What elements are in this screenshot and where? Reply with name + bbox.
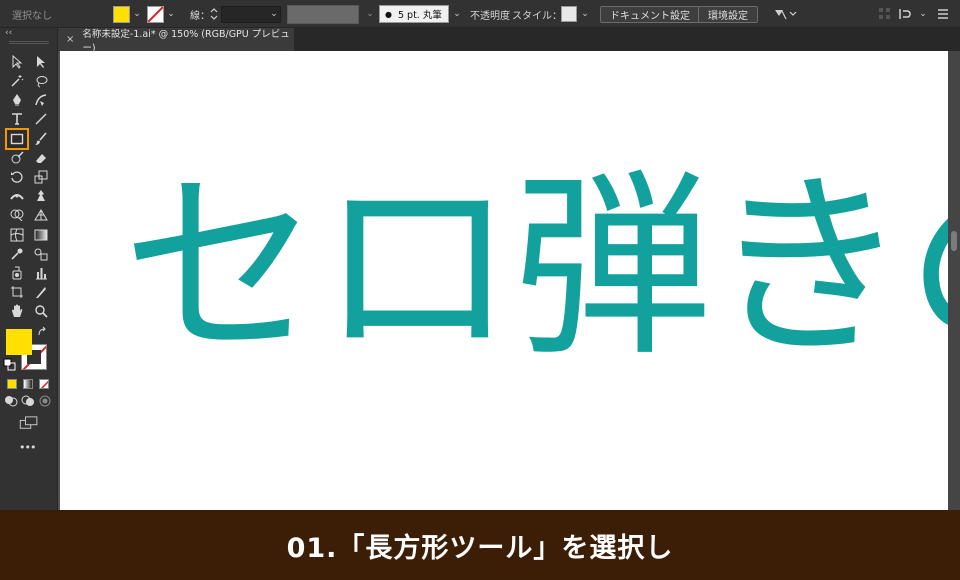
panel-menu-icon[interactable]	[937, 0, 949, 28]
draw-inside-icon[interactable]	[38, 394, 52, 408]
line-segment-tool-icon[interactable]	[31, 110, 51, 128]
preferences-button[interactable]: 環境設定	[698, 0, 758, 28]
chevron-down-icon[interactable]: ⌄	[268, 0, 280, 28]
chevron-down-icon[interactable]: ⌄	[451, 0, 463, 28]
scale-tool-icon[interactable]	[31, 168, 51, 186]
collapse-panel-icon[interactable]: ‹‹	[5, 28, 12, 38]
document-tab-title: 名称未設定-1.ai* @ 150% (RGB/GPU プレビュー)	[82, 28, 290, 54]
draw-behind-icon[interactable]	[21, 394, 35, 408]
lasso-tool-icon[interactable]	[31, 72, 51, 90]
paintbrush-tool-icon[interactable]	[31, 130, 51, 148]
stroke-weight-stepper[interactable]	[209, 0, 219, 28]
draw-normal-icon[interactable]	[4, 394, 18, 408]
direct-selection-tool-icon[interactable]	[31, 53, 51, 71]
screen-mode-icon[interactable]	[18, 415, 40, 431]
puppet-warp-tool-icon[interactable]	[31, 187, 51, 205]
none-mode-button[interactable]	[39, 379, 49, 389]
opacity-label[interactable]: 不透明度	[470, 0, 510, 28]
selection-status: 選択なし	[12, 10, 52, 22]
rotate-tool-icon[interactable]	[7, 168, 27, 186]
brush-definition[interactable]: ● 5 pt. 丸筆	[379, 0, 449, 28]
transform-icon[interactable]	[898, 0, 914, 28]
artboard-text[interactable]: セロ弾きの	[122, 169, 948, 367]
eyedropper-tool-icon[interactable]	[7, 245, 27, 263]
curvature-tool-icon[interactable]	[31, 91, 51, 109]
fill-swatch[interactable]	[113, 0, 130, 28]
symbol-sprayer-tool-icon[interactable]	[7, 264, 27, 282]
magic-wand-tool-icon[interactable]	[7, 72, 27, 90]
width-tool-icon[interactable]	[7, 187, 27, 205]
fill-color-front[interactable]	[6, 329, 32, 355]
pen-tool-icon[interactable]	[7, 91, 27, 109]
stroke-swatch[interactable]	[147, 0, 164, 28]
slice-tool-icon[interactable]	[31, 283, 51, 301]
shaper-tool-icon[interactable]	[7, 149, 27, 167]
artboard-tool-icon[interactable]	[7, 283, 27, 301]
control-bar: 選択なし ⌄ ⌄ 線： ⌄ ⌄ ● 5 pt. 丸筆 ⌄ 不透明度 スタイル： ⌄…	[0, 0, 960, 28]
column-graph-tool-icon[interactable]	[31, 264, 51, 282]
default-fill-stroke-icon[interactable]	[3, 358, 17, 372]
align-icon[interactable]	[879, 0, 891, 28]
vertical-scrollbar[interactable]	[948, 51, 960, 510]
document-tab[interactable]: × 名称未設定-1.ai* @ 150% (RGB/GPU プレビュー)	[58, 28, 294, 54]
artboard[interactable]: セロ弾きの	[60, 51, 948, 510]
chevron-down-icon[interactable]: ⌄	[917, 0, 929, 28]
document-settings-button[interactable]: ドキュメント設定	[600, 0, 700, 28]
color-mode-button[interactable]	[7, 379, 17, 389]
perspective-grid-tool-icon[interactable]	[31, 206, 51, 224]
canvas-area[interactable]: セロ弾きの	[58, 51, 960, 510]
swap-fill-stroke-icon[interactable]	[36, 326, 50, 340]
chevron-down-icon[interactable]: ⌄	[364, 0, 376, 28]
stroke-label: 線：	[190, 10, 210, 22]
close-tab-icon[interactable]: ×	[66, 34, 74, 45]
style-label: スタイル：	[512, 10, 562, 22]
type-tool-icon[interactable]	[7, 110, 27, 128]
document-tab-strip: × 名称未設定-1.ai* @ 150% (RGB/GPU プレビュー)	[58, 28, 960, 54]
arrange-icon[interactable]	[773, 0, 797, 28]
rectangle-tool-icon[interactable]	[5, 128, 29, 150]
gradient-mode-button[interactable]	[23, 379, 33, 389]
caption-text: 01.「長方形ツール」を選択し	[286, 532, 674, 564]
mesh-tool-icon[interactable]	[7, 226, 27, 244]
eraser-tool-icon[interactable]	[31, 149, 51, 167]
panel-grip[interactable]	[9, 41, 49, 44]
hand-tool-icon[interactable]	[7, 302, 27, 320]
chevron-down-icon[interactable]: ⌄	[165, 0, 177, 28]
blend-tool-icon[interactable]	[31, 245, 51, 263]
zoom-tool-icon[interactable]	[31, 302, 51, 320]
selection-tool-icon[interactable]	[7, 53, 27, 71]
tools-panel: ‹‹ •••	[0, 28, 58, 510]
variable-width-profile[interactable]	[287, 0, 359, 28]
chevron-down-icon[interactable]: ⌄	[131, 0, 143, 28]
caption-bar: 01.「長方形ツール」を選択し	[0, 510, 960, 580]
chevron-down-icon[interactable]: ⌄	[579, 0, 591, 28]
shape-builder-tool-icon[interactable]	[7, 206, 27, 224]
style-swatch[interactable]	[561, 0, 577, 28]
scrollbar-thumb[interactable]	[951, 231, 957, 251]
gradient-tool-icon[interactable]	[31, 226, 51, 244]
more-tools-icon[interactable]: •••	[19, 441, 36, 454]
